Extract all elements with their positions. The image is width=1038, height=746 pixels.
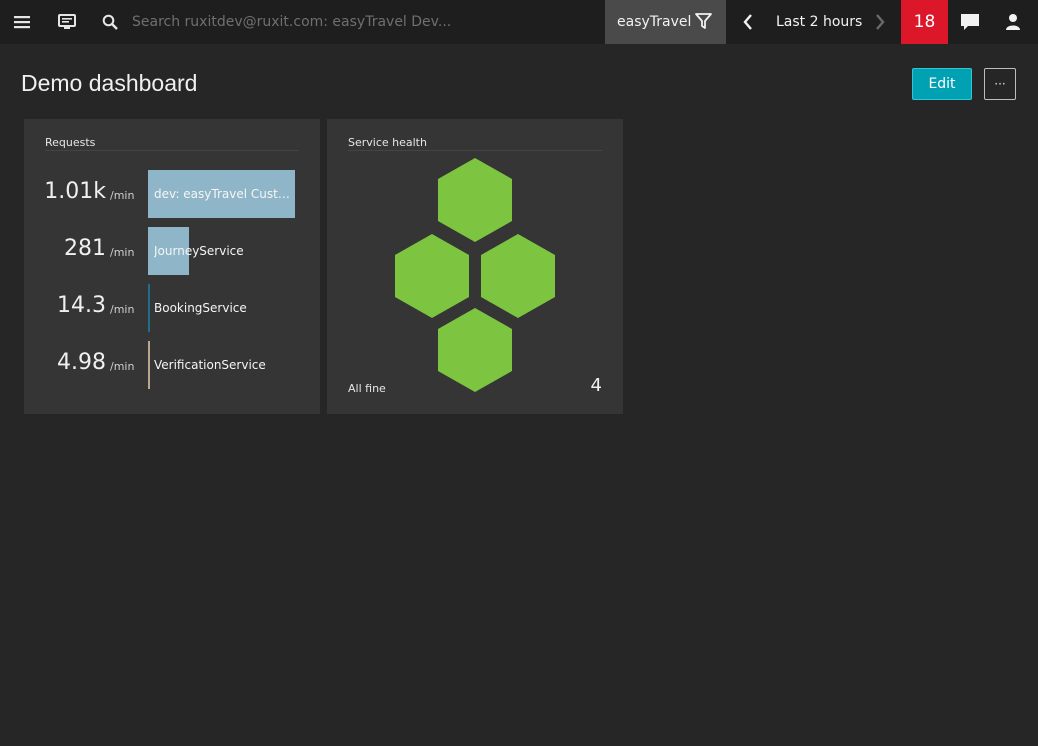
request-value: 1.01k xyxy=(44,179,106,204)
request-unit: /min xyxy=(110,189,135,202)
chevron-left-icon[interactable] xyxy=(736,0,760,44)
service-name: JourneyService xyxy=(154,244,244,258)
request-row-journey-service[interactable]: 281 /min JourneyService xyxy=(24,227,320,275)
service-name: VerificationService xyxy=(154,358,266,372)
hexagon-shape xyxy=(438,158,512,242)
hamburger-icon[interactable] xyxy=(0,0,44,44)
health-status-label: All fine xyxy=(348,382,386,395)
service-name: dev: easyTravel Custom... xyxy=(154,187,296,201)
request-row-verification-service[interactable]: 4.98 /min VerificationService xyxy=(24,341,320,389)
request-bar xyxy=(148,284,150,332)
edit-button[interactable]: Edit xyxy=(912,68,972,100)
tile-title: Requests xyxy=(45,136,96,149)
service-health-tile[interactable]: Service health All fine 4 xyxy=(327,119,623,414)
hexagon-shape xyxy=(438,308,512,392)
page-title: Demo dashboard xyxy=(21,70,198,96)
top-navigation-bar: Search ruxitdev@ruxit.com: easyTravel De… xyxy=(0,0,1038,44)
monitor-icon[interactable] xyxy=(52,0,82,44)
healthy-service-hexagon[interactable] xyxy=(437,307,513,393)
chevron-right-icon[interactable] xyxy=(868,0,892,44)
hexagon-shape xyxy=(481,234,555,318)
hexagon-shape xyxy=(395,234,469,318)
request-unit: /min xyxy=(110,360,135,373)
user-icon[interactable] xyxy=(1001,0,1025,44)
environment-label: easyTravel xyxy=(617,14,692,30)
request-row-booking-service[interactable]: 14.3 /min BookingService xyxy=(24,284,320,332)
healthy-service-hexagon[interactable] xyxy=(437,157,513,243)
tile-title: Service health xyxy=(348,136,427,149)
more-options-button[interactable]: ··· xyxy=(984,68,1016,100)
filter-icon[interactable] xyxy=(695,13,712,34)
service-name: BookingService xyxy=(154,301,247,315)
problems-badge[interactable]: 18 xyxy=(901,0,948,44)
search-input[interactable]: Search ruxitdev@ruxit.com: easyTravel De… xyxy=(132,0,451,44)
request-unit: /min xyxy=(110,303,135,316)
tile-divider xyxy=(45,150,299,151)
environment-selector[interactable]: easyTravel xyxy=(605,0,726,44)
request-value: 14.3 xyxy=(57,293,106,318)
request-value: 281 xyxy=(64,236,106,261)
requests-tile[interactable]: Requests 1.01k /min dev: easyTravel Cust… xyxy=(24,119,320,414)
request-value: 4.98 xyxy=(57,350,106,375)
chat-icon[interactable] xyxy=(956,0,984,44)
timeframe-selector[interactable]: Last 2 hours xyxy=(776,0,862,44)
request-bar xyxy=(148,341,150,389)
search-icon[interactable] xyxy=(98,0,122,44)
service-count: 4 xyxy=(590,375,602,396)
request-row-easytravel-customer[interactable]: 1.01k /min dev: easyTravel Custom... xyxy=(24,170,320,218)
tile-divider xyxy=(348,150,602,151)
request-unit: /min xyxy=(110,246,135,259)
